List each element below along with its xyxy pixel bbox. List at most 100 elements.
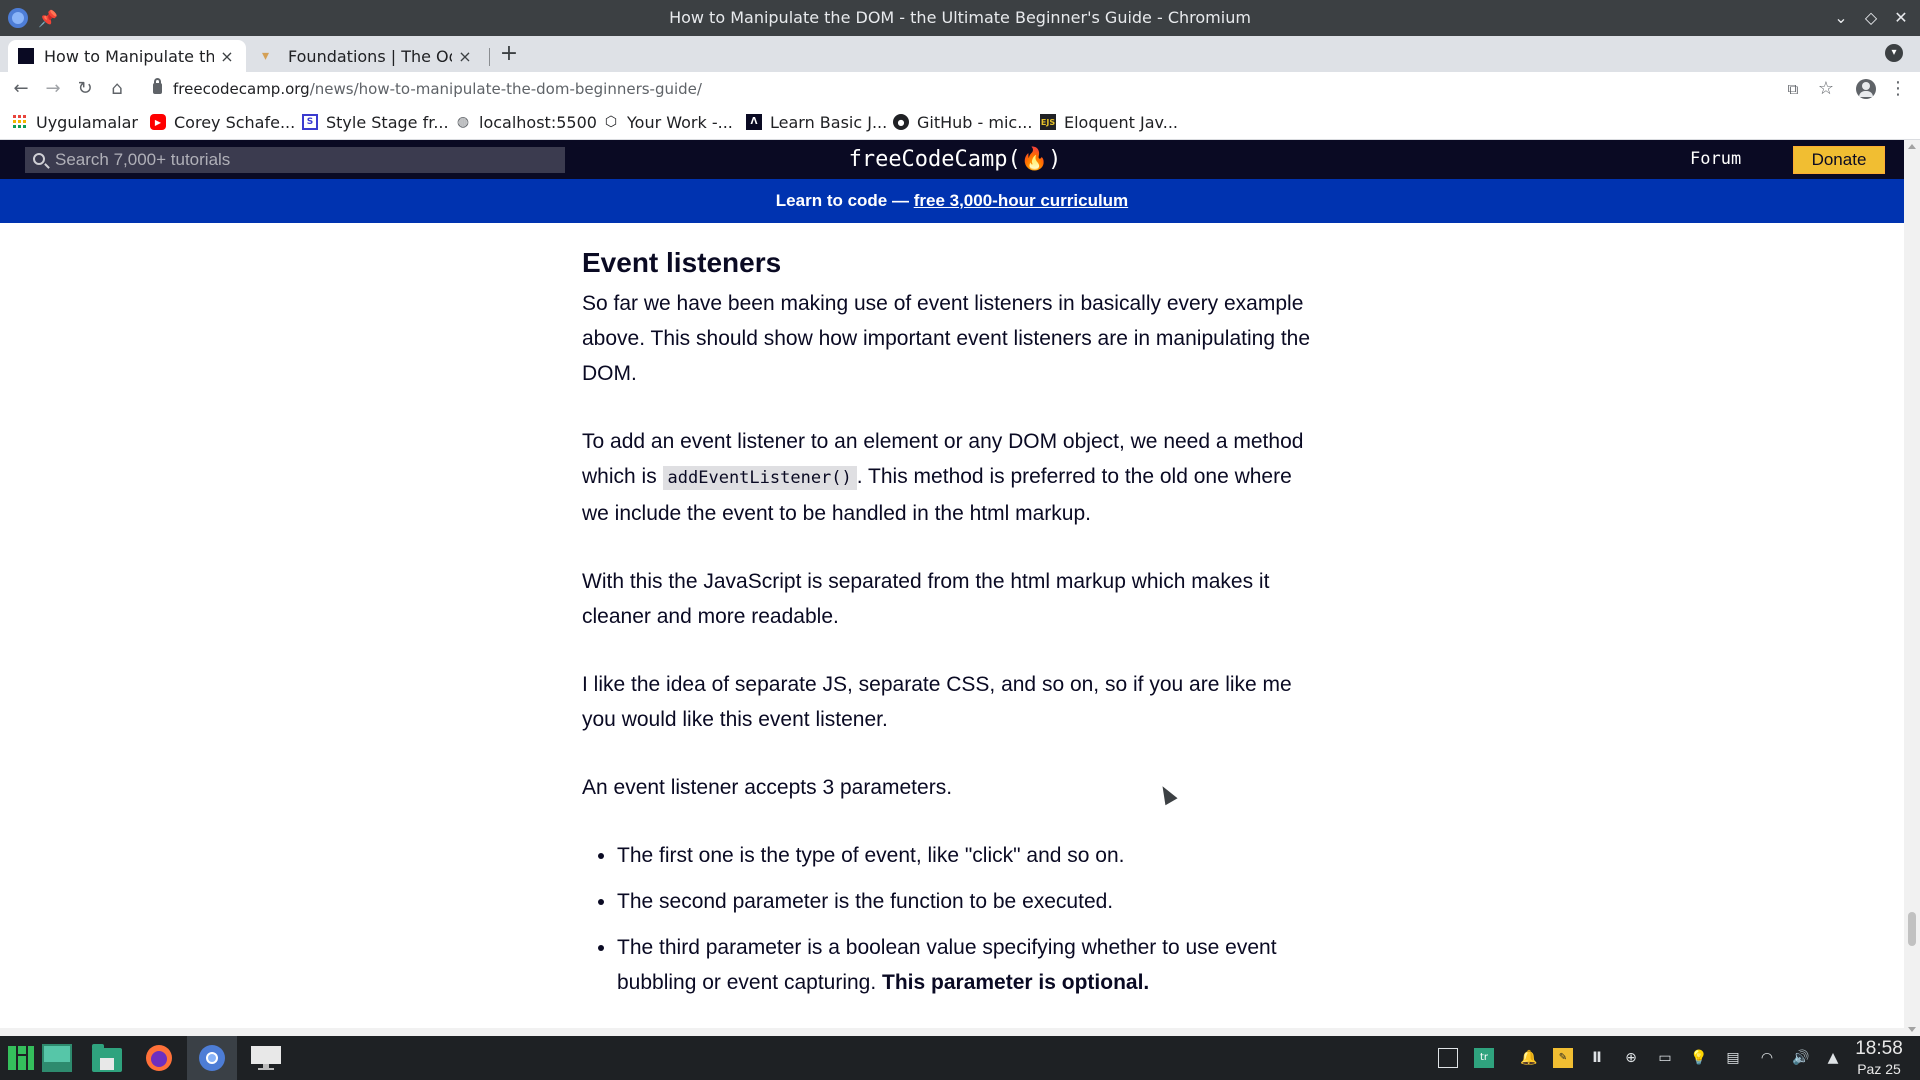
bookmark-apps[interactable]: Uygulamalar	[12, 106, 138, 138]
tab-label: How to Manipulate the DOM - the Ultimate…	[44, 46, 214, 66]
stylestage-icon: S	[302, 114, 318, 130]
translate-icon[interactable]: ⧉	[1782, 78, 1804, 100]
bookmark-style-stage[interactable]: S Style Stage fr...	[302, 106, 449, 138]
scroll-down-icon[interactable]	[1908, 1027, 1916, 1032]
scroll-up-icon[interactable]	[1908, 144, 1916, 149]
fcc-navbar: freeCodeCamp(🔥) Forum Donate	[0, 140, 1904, 179]
list-item: The second parameter is the function to …	[617, 884, 1322, 919]
volume-icon[interactable]: 🔊	[1791, 1048, 1811, 1068]
update-icon[interactable]: ⊕	[1621, 1048, 1641, 1068]
tab-strip: How to Manipulate the DOM - the Ultimate…	[0, 36, 1920, 72]
forum-link[interactable]: Forum	[1690, 140, 1741, 179]
bookmark-label: GitHub - mic...	[917, 112, 1033, 132]
tab-label: Foundations | The Odin Project	[288, 46, 452, 66]
address-bar[interactable]: freecodecamp.org/news/how-to-manipulate-…	[145, 74, 1825, 104]
bookmark-label: Corey Schafe...	[174, 112, 296, 132]
bookmark-star-icon[interactable]: ☆	[1815, 78, 1837, 100]
bookmark-label: localhost:5500	[479, 112, 597, 132]
tray-expand-icon[interactable]: ▲	[1823, 1048, 1843, 1068]
bookmark-corey-schafer[interactable]: ▶ Corey Schafe...	[150, 106, 295, 138]
ide-icon[interactable]: Ⅱ	[1587, 1048, 1607, 1068]
list-item: The third parameter is a boolean value s…	[617, 930, 1322, 1000]
window-title: How to Manipulate the DOM - the Ultimate…	[669, 8, 1251, 27]
lock-icon[interactable]	[153, 78, 162, 94]
maximize-icon[interactable]: ◇	[1857, 4, 1885, 32]
bookmark-label: Uygulamalar	[36, 112, 138, 132]
minimize-icon[interactable]: ⌄	[1827, 4, 1855, 32]
odin-project-icon: ▾	[262, 48, 270, 64]
tab-dom-guide[interactable]: How to Manipulate the DOM - the Ultimate…	[8, 40, 246, 72]
paragraph: To add an event listener to an element o…	[582, 430, 1304, 525]
bookmark-label: Learn Basic J...	[770, 112, 888, 132]
terminal-icon[interactable]: ▭	[1655, 1048, 1675, 1068]
bookmark-codepen[interactable]: ⬡ Your Work -...	[603, 106, 733, 138]
bookmark-eloquent-js[interactable]: EJS Eloquent Jav...	[1040, 106, 1178, 138]
bookmarks-bar: Uygulamalar ▶ Corey Schafe... S Style St…	[0, 106, 1920, 140]
inline-code: addEventListener()	[662, 466, 857, 490]
new-tab-button[interactable]: +	[497, 40, 521, 68]
forward-icon[interactable]: →	[40, 76, 66, 102]
horizontal-scroll-track	[0, 1028, 1904, 1036]
firefox-icon[interactable]	[144, 1044, 174, 1072]
close-icon[interactable]: ✕	[1887, 4, 1915, 32]
fcc-logo[interactable]: freeCodeCamp(🔥)	[760, 140, 1150, 179]
screen-icon[interactable]	[251, 1044, 281, 1072]
paragraph: I like the idea of separate JS, separate…	[582, 673, 1292, 731]
codepen-icon: ⬡	[604, 114, 618, 130]
fcc-search-box[interactable]	[25, 147, 565, 173]
freecodecamp-icon: ᐱ	[746, 114, 762, 130]
window-icon[interactable]	[1438, 1048, 1458, 1068]
manjaro-menu-icon[interactable]	[8, 1044, 38, 1072]
list-item: The first one is the type of event, like…	[617, 838, 1322, 873]
section-heading: Event listeners	[582, 247, 782, 278]
window-titlebar: 📌 How to Manipulate the DOM - the Ultima…	[0, 0, 1920, 36]
browser-toolbar: ← → ↻ ⌂ freecodecamp.org/news/how-to-man…	[0, 72, 1920, 106]
desktop-icon[interactable]	[42, 1044, 72, 1072]
fcc-search-input[interactable]	[55, 147, 555, 173]
back-icon[interactable]: ←	[8, 76, 34, 102]
page-scrollbar[interactable]	[1904, 140, 1920, 1036]
tab-close-icon[interactable]: ×	[456, 47, 474, 66]
reload-icon[interactable]: ↻	[72, 76, 98, 102]
bookmark-label: Eloquent Jav...	[1064, 112, 1178, 132]
profile-avatar-icon[interactable]	[1856, 79, 1876, 99]
search-icon	[33, 153, 45, 165]
tab-search-icon[interactable]: ▾	[1885, 44, 1903, 62]
clock-time: 18:58	[1855, 1038, 1903, 1059]
clock-date: Paz 25	[1857, 1061, 1901, 1077]
paragraph: So far we have been making use of event …	[582, 292, 1311, 385]
chrome-menu-icon[interactable]: ⋮	[1887, 78, 1909, 100]
chromium-icon[interactable]	[197, 1044, 227, 1072]
file-manager-icon[interactable]	[92, 1044, 122, 1072]
github-icon: ●	[893, 114, 909, 130]
notification-bell-icon[interactable]: 🔔	[1519, 1048, 1539, 1068]
bookmark-learn-basic-js[interactable]: ᐱ Learn Basic J...	[746, 106, 887, 138]
curriculum-link[interactable]: free 3,000-hour curriculum	[914, 191, 1128, 210]
donate-button[interactable]: Donate	[1793, 146, 1885, 174]
url-text[interactable]: freecodecamp.org/news/how-to-manipulate-…	[173, 74, 702, 104]
ejs-icon: EJS	[1040, 114, 1056, 130]
scroll-thumb[interactable]	[1908, 912, 1916, 946]
banner-text: Learn to code —	[775, 191, 914, 210]
freecodecamp-icon	[18, 48, 34, 64]
paragraph: With this the JavaScript is separated fr…	[582, 570, 1270, 628]
tab-separator	[489, 48, 490, 66]
article-body: Event listeners So far we have been maki…	[582, 240, 1322, 1011]
youtube-icon: ▶	[150, 114, 166, 130]
lightbulb-icon[interactable]: 💡	[1689, 1048, 1709, 1068]
clock[interactable]: 18:58 Paz 25	[1846, 1038, 1912, 1078]
keyboard-layout-icon[interactable]: tr	[1474, 1048, 1494, 1068]
home-icon[interactable]: ⌂	[104, 76, 130, 102]
wifi-icon[interactable]: ◠	[1757, 1048, 1777, 1068]
bookmark-label: Style Stage fr...	[326, 112, 449, 132]
learn-to-code-banner: Learn to code — free 3,000-hour curricul…	[0, 179, 1904, 223]
bookmark-label: Your Work -...	[627, 112, 733, 132]
bookmark-localhost[interactable]: ◍ localhost:5500	[455, 106, 597, 138]
tab-odin-project[interactable]: ▾ Foundations | The Odin Project ×	[252, 40, 484, 72]
tab-close-icon[interactable]: ×	[218, 47, 236, 66]
bookmark-github[interactable]: ● GitHub - mic...	[893, 106, 1032, 138]
apps-grid-icon	[12, 114, 28, 130]
globe-icon: ◍	[456, 114, 470, 130]
clipboard-icon[interactable]: ▤	[1723, 1048, 1743, 1068]
sticky-note-icon[interactable]: ✎	[1553, 1048, 1573, 1068]
